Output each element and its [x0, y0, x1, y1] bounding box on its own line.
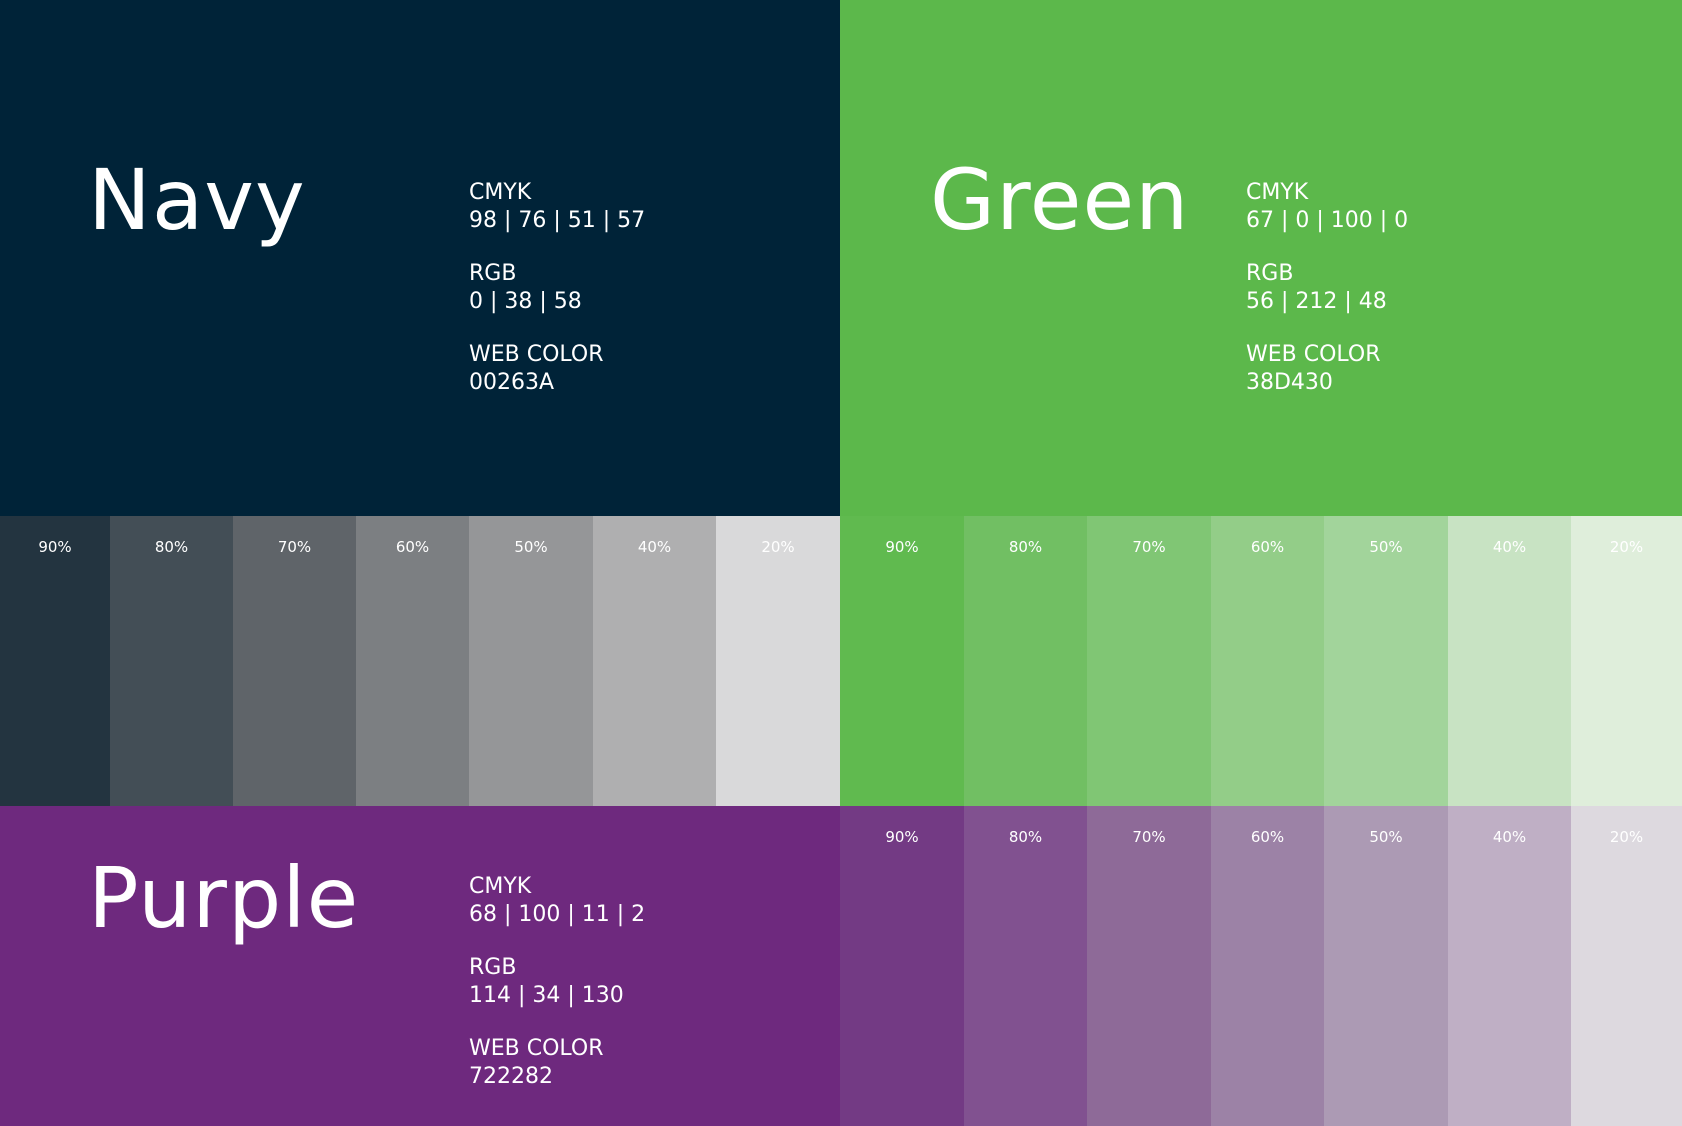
- tint-swatch: 70%: [1087, 806, 1211, 1126]
- navy-rgb: RGB 0 | 38 | 58: [469, 260, 645, 316]
- tint-percentage-label: 90%: [885, 538, 919, 556]
- tint-percentage-label: 60%: [395, 538, 430, 556]
- tint-percentage-label: 40%: [637, 538, 672, 556]
- purple-title: Purple: [88, 849, 360, 947]
- rgb-value: 0 | 38 | 58: [469, 289, 582, 314]
- navy-swatch: Navy CMYK 98 | 76 | 51 | 57 RGB 0 | 38 |…: [0, 0, 840, 516]
- cmyk-label: CMYK: [469, 180, 532, 205]
- tint-swatch: 20%: [716, 516, 840, 806]
- tint-percentage-label: 60%: [1250, 538, 1285, 556]
- tint-percentage-label: 40%: [1492, 828, 1527, 846]
- web-color-value: 00263A: [469, 370, 555, 395]
- purple-specs: CMYK 68 | 100 | 11 | 2 RGB 114 | 34 | 13…: [469, 873, 645, 1116]
- tint-percentage-label: 70%: [1132, 828, 1166, 846]
- tint-swatch: 20%: [1571, 516, 1682, 806]
- tint-swatch: 50%: [1324, 806, 1448, 1126]
- tint-percentage-label: 70%: [1132, 538, 1166, 556]
- tint-swatch: 40%: [593, 516, 716, 806]
- tint-swatch: 50%: [1324, 516, 1448, 806]
- cmyk-value: 67 | 0 | 100 | 0: [1246, 208, 1409, 233]
- cmyk-label: CMYK: [1246, 180, 1309, 205]
- purple-swatch: Purple CMYK 68 | 100 | 11 | 2 RGB 114 | …: [0, 806, 840, 1126]
- tint-percentage-label: 50%: [1369, 828, 1403, 846]
- cmyk-label: CMYK: [469, 874, 532, 899]
- navy-cmyk: CMYK 98 | 76 | 51 | 57: [469, 179, 645, 235]
- purple-tint-row: 90% 80% 70% 60% 50% 40% 20%: [840, 806, 1682, 1126]
- tint-swatch: 90%: [0, 516, 110, 806]
- purple-cmyk: CMYK 68 | 100 | 11 | 2: [469, 873, 645, 929]
- green-cmyk: CMYK 67 | 0 | 100 | 0: [1246, 179, 1408, 235]
- tint-swatch: 60%: [1211, 516, 1324, 806]
- web-color-label: WEB COLOR: [1246, 342, 1381, 367]
- tint-percentage-label: 20%: [761, 538, 795, 556]
- web-color-value: 38D430: [1246, 370, 1333, 395]
- tint-percentage-label: 80%: [1008, 828, 1043, 846]
- tint-swatch: 60%: [1211, 806, 1324, 1126]
- tint-percentage-label: 50%: [514, 538, 548, 556]
- web-color-value: 722282: [469, 1064, 553, 1089]
- tint-swatch: 60%: [356, 516, 469, 806]
- tint-percentage-label: 40%: [1492, 538, 1527, 556]
- tint-percentage-label: 80%: [154, 538, 189, 556]
- tint-swatch: 40%: [1448, 516, 1571, 806]
- web-color-label: WEB COLOR: [469, 342, 604, 367]
- green-title: Green: [930, 151, 1190, 249]
- tint-percentage-label: 90%: [38, 538, 72, 556]
- tint-swatch: 90%: [840, 516, 964, 806]
- tint-swatch: 90%: [840, 806, 964, 1126]
- rgb-label: RGB: [1246, 261, 1294, 286]
- tint-swatch: 80%: [110, 516, 233, 806]
- rgb-label: RGB: [469, 955, 517, 980]
- rgb-value: 56 | 212 | 48: [1246, 289, 1387, 314]
- tint-percentage-label: 80%: [1008, 538, 1043, 556]
- web-color-label: WEB COLOR: [469, 1036, 604, 1061]
- tint-swatch: 20%: [1571, 806, 1682, 1126]
- tint-swatch: 40%: [1448, 806, 1571, 1126]
- green-swatch: Green CMYK 67 | 0 | 100 | 0 RGB 56 | 212…: [840, 0, 1682, 516]
- navy-specs: CMYK 98 | 76 | 51 | 57 RGB 0 | 38 | 58 W…: [469, 179, 645, 422]
- tint-swatch: 80%: [964, 806, 1087, 1126]
- tint-percentage-label: 20%: [1609, 538, 1644, 556]
- green-web: WEB COLOR 38D430: [1246, 341, 1408, 397]
- navy-web: WEB COLOR 00263A: [469, 341, 645, 397]
- tint-swatch: 70%: [233, 516, 356, 806]
- purple-web: WEB COLOR 722282: [469, 1035, 645, 1091]
- navy-title: Navy: [88, 151, 306, 249]
- tint-percentage-label: 60%: [1250, 828, 1285, 846]
- navy-tint-row: 90% 80% 70% 60% 50% 40% 20%: [0, 516, 840, 806]
- tint-percentage-label: 50%: [1369, 538, 1403, 556]
- tint-percentage-label: 20%: [1609, 828, 1644, 846]
- purple-rgb: RGB 114 | 34 | 130: [469, 954, 645, 1010]
- rgb-value: 114 | 34 | 130: [469, 983, 624, 1008]
- tint-swatch: 80%: [964, 516, 1087, 806]
- rgb-label: RGB: [469, 261, 517, 286]
- green-tint-row: 90% 80% 70% 60% 50% 40% 20%: [840, 516, 1682, 806]
- tint-percentage-label: 70%: [277, 538, 312, 556]
- tint-percentage-label: 90%: [885, 828, 919, 846]
- tint-swatch: 70%: [1087, 516, 1211, 806]
- tint-swatch: 50%: [469, 516, 593, 806]
- cmyk-value: 68 | 100 | 11 | 2: [469, 902, 646, 927]
- green-specs: CMYK 67 | 0 | 100 | 0 RGB 56 | 212 | 48 …: [1246, 179, 1408, 422]
- cmyk-value: 98 | 76 | 51 | 57: [469, 208, 646, 233]
- green-rgb: RGB 56 | 212 | 48: [1246, 260, 1408, 316]
